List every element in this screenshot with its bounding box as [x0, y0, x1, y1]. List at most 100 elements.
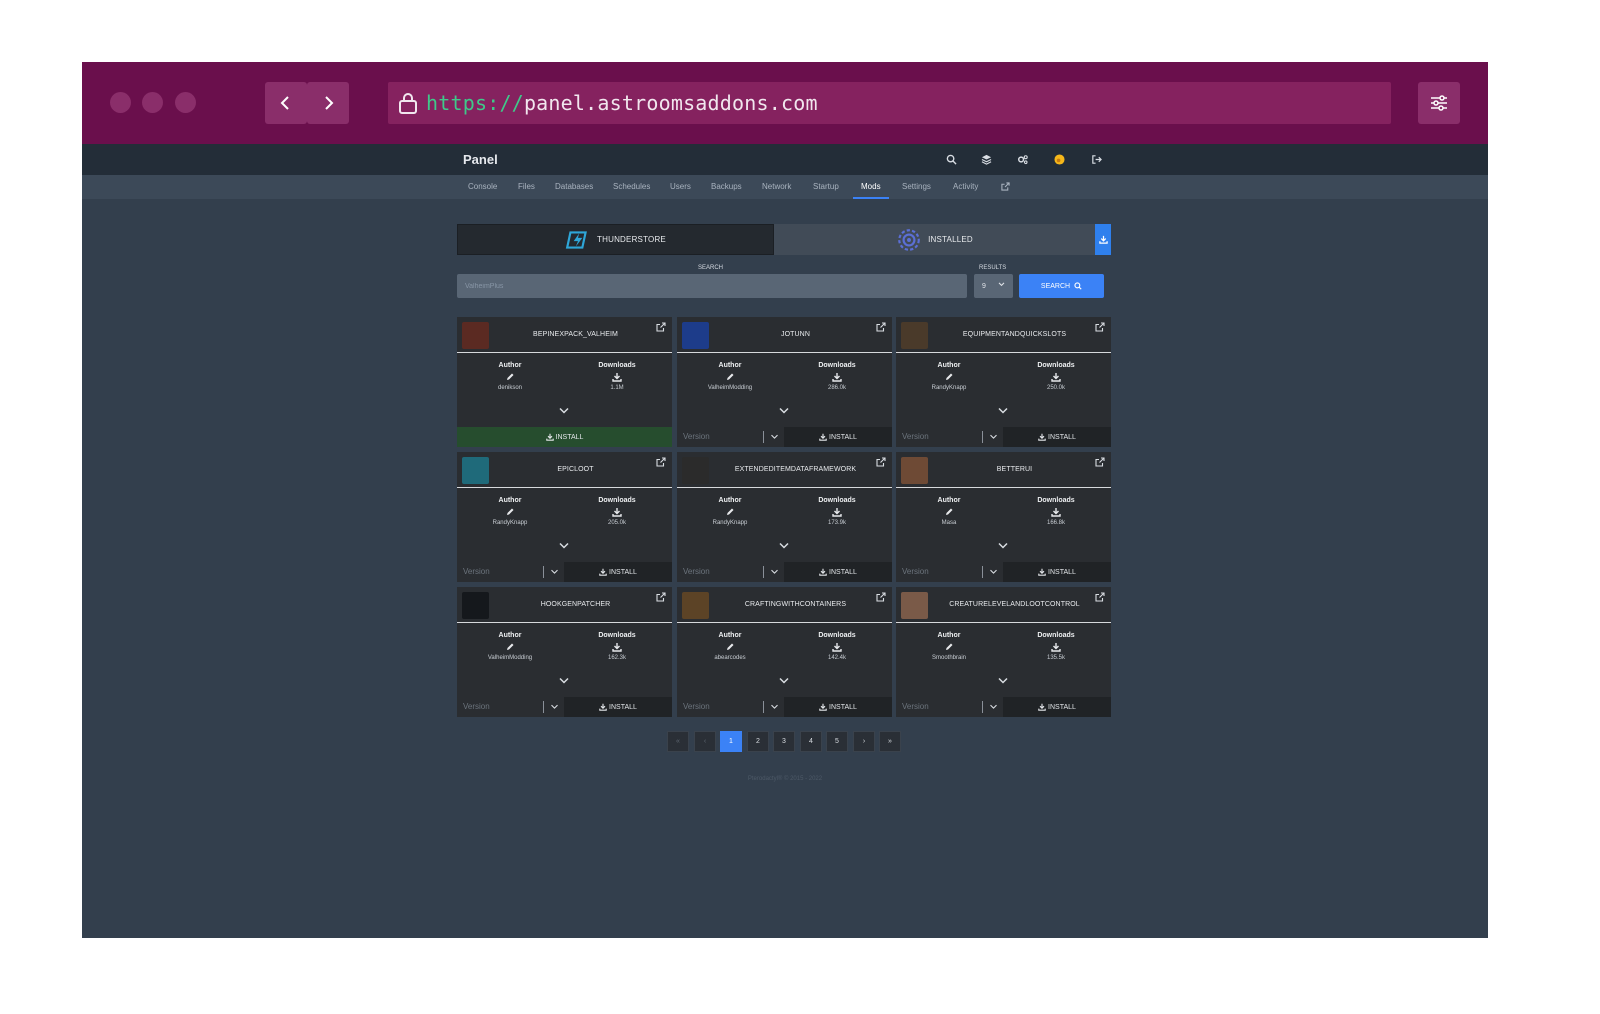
external-link-icon[interactable]: [656, 457, 666, 467]
mod-title[interactable]: HOOKGENPATCHER: [489, 601, 662, 608]
address-bar[interactable]: https://panel.astroomsaddons.com: [388, 82, 1391, 124]
window-close-dot[interactable]: [110, 92, 131, 113]
external-link-icon[interactable]: [876, 322, 886, 332]
author-label: Author: [937, 497, 961, 504]
layers-icon[interactable]: [979, 152, 993, 166]
first-page-button[interactable]: «: [667, 731, 689, 752]
mod-title[interactable]: JOTUNN: [709, 331, 882, 338]
downloads-value: 142.4k: [827, 655, 846, 661]
chevron-down-icon[interactable]: [997, 542, 1009, 550]
external-link-icon[interactable]: [656, 322, 666, 332]
chevron-down-icon[interactable]: [778, 542, 790, 550]
tab-activity[interactable]: Activity: [953, 182, 978, 191]
chevron-down-icon[interactable]: [558, 542, 570, 550]
cogs-icon[interactable]: [1015, 152, 1029, 166]
download-icon: [819, 433, 827, 441]
external-link-icon[interactable]: [876, 592, 886, 602]
version-select[interactable]: Version: [457, 697, 564, 717]
results-select[interactable]: 9: [974, 274, 1013, 298]
chevron-down-icon[interactable]: [989, 434, 998, 440]
pencil-icon: [507, 643, 514, 650]
forward-button[interactable]: [307, 82, 349, 124]
tab-installed[interactable]: INSTALLED: [774, 224, 1095, 255]
upload-mod-button[interactable]: [1095, 224, 1111, 255]
back-button[interactable]: [265, 82, 307, 124]
tab-network[interactable]: Network: [762, 182, 791, 191]
tab-startup[interactable]: Startup: [813, 182, 839, 191]
chevron-down-icon[interactable]: [550, 704, 559, 710]
tab-schedules[interactable]: Schedules: [613, 182, 650, 191]
search-input[interactable]: [457, 274, 967, 298]
install-button[interactable]: INSTALL: [784, 697, 892, 717]
window-minimize-dot[interactable]: [142, 92, 163, 113]
page-button-5[interactable]: 5: [826, 731, 848, 752]
mod-thumbnail: [901, 592, 928, 619]
install-button[interactable]: INSTALL: [564, 697, 672, 717]
chevron-down-icon[interactable]: [558, 677, 570, 685]
prev-page-button[interactable]: ‹: [694, 731, 716, 752]
chevron-down-icon[interactable]: [997, 407, 1009, 415]
external-link-icon[interactable]: [876, 457, 886, 467]
tab-settings[interactable]: Settings: [902, 182, 931, 191]
install-button[interactable]: INSTALL: [1003, 562, 1111, 582]
author-label: Author: [498, 362, 522, 369]
chevron-down-icon[interactable]: [770, 704, 779, 710]
version-select[interactable]: Version: [677, 427, 784, 447]
chevron-down-icon[interactable]: [997, 677, 1009, 685]
avatar[interactable]: [1052, 152, 1066, 166]
mod-title[interactable]: EXTENDEDITEMDATAFRAMEWORK: [709, 466, 882, 473]
browser-settings-button[interactable]: [1418, 82, 1460, 124]
external-link-icon[interactable]: [1095, 457, 1105, 467]
tab-thunderstore[interactable]: THUNDERSTORE: [457, 224, 774, 255]
last-page-button[interactable]: »: [879, 731, 901, 752]
external-link-icon[interactable]: [1095, 322, 1105, 332]
external-link-icon[interactable]: [656, 592, 666, 602]
search-icon[interactable]: [944, 152, 958, 166]
install-button[interactable]: INSTALL: [1003, 697, 1111, 717]
external-link-icon[interactable]: [1095, 592, 1105, 602]
thunderstore-logo-icon: [565, 230, 587, 249]
external-link-icon[interactable]: [1001, 182, 1010, 191]
mod-title[interactable]: CREATURELEVELANDLOOTCONTROL: [928, 601, 1101, 608]
install-button[interactable]: INSTALL: [784, 427, 892, 447]
tab-files[interactable]: Files: [518, 182, 535, 191]
version-select[interactable]: Version: [896, 562, 1003, 582]
next-page-button[interactable]: ›: [853, 731, 875, 752]
chevron-down-icon[interactable]: [550, 569, 559, 575]
page-button-4[interactable]: 4: [800, 731, 822, 752]
chevron-down-icon[interactable]: [989, 569, 998, 575]
mod-card-header: EQUIPMENTANDQUICKSLOTS: [896, 317, 1111, 353]
chevron-down-icon[interactable]: [778, 407, 790, 415]
page-button-1[interactable]: 1: [720, 731, 742, 752]
version-select[interactable]: Version: [457, 562, 564, 582]
install-button[interactable]: INSTALL: [457, 427, 672, 447]
logout-icon[interactable]: [1089, 152, 1103, 166]
window-maximize-dot[interactable]: [175, 92, 196, 113]
chevron-down-icon[interactable]: [770, 569, 779, 575]
mod-title[interactable]: BETTERUI: [928, 466, 1101, 473]
chevron-down-icon[interactable]: [778, 677, 790, 685]
version-select[interactable]: Version: [896, 427, 1003, 447]
version-select[interactable]: Version: [677, 697, 784, 717]
install-button[interactable]: INSTALL: [784, 562, 892, 582]
version-select[interactable]: Version: [896, 697, 1003, 717]
sliders-icon: [1431, 95, 1447, 111]
version-select[interactable]: Version: [677, 562, 784, 582]
install-button[interactable]: INSTALL: [1003, 427, 1111, 447]
chevron-down-icon[interactable]: [989, 704, 998, 710]
mod-title[interactable]: BEPINEXPACK_VALHEIM: [489, 331, 662, 338]
tab-console[interactable]: Console: [468, 182, 497, 191]
tab-mods[interactable]: Mods: [861, 182, 881, 191]
chevron-down-icon[interactable]: [770, 434, 779, 440]
search-button[interactable]: SEARCH: [1019, 274, 1104, 298]
mod-title[interactable]: EPICLOOT: [489, 466, 662, 473]
install-button[interactable]: INSTALL: [564, 562, 672, 582]
chevron-down-icon[interactable]: [558, 407, 570, 415]
mod-title[interactable]: CRAFTINGWITHCONTAINERS: [709, 601, 882, 608]
tab-users[interactable]: Users: [670, 182, 691, 191]
page-button-2[interactable]: 2: [747, 731, 769, 752]
tab-backups[interactable]: Backups: [711, 182, 742, 191]
tab-databases[interactable]: Databases: [555, 182, 593, 191]
mod-title[interactable]: EQUIPMENTANDQUICKSLOTS: [928, 331, 1101, 338]
page-button-3[interactable]: 3: [773, 731, 795, 752]
